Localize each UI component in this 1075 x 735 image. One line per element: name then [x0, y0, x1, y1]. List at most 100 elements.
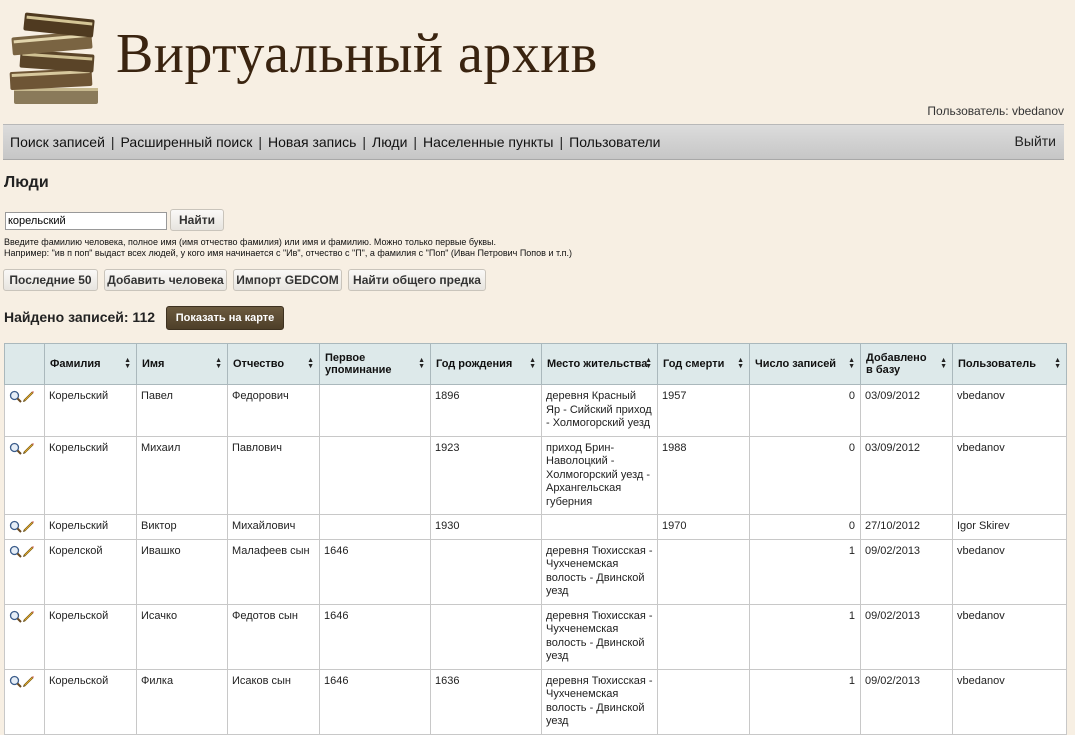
- cell-death-year: 1988: [657, 435, 750, 515]
- last-50-button[interactable]: Последние 50: [3, 269, 98, 291]
- sort-arrows-icon[interactable]: ▲ ▼: [940, 357, 947, 370]
- pencil-icon[interactable]: [22, 610, 35, 623]
- sort-arrows-icon[interactable]: ▲ ▼: [215, 357, 222, 370]
- logout-link[interactable]: Выйти: [1015, 133, 1056, 149]
- cell-added-date: 03/09/2012: [860, 435, 953, 515]
- results-table: Фамилия ▲ ▼ Имя ▲ ▼ Отчество ▲ ▼ Первое упомин…: [4, 343, 1067, 735]
- row-actions: [4, 538, 45, 605]
- cell-name: Исачко: [136, 603, 228, 670]
- cell-first-mention: 1646: [319, 538, 431, 605]
- sort-arrows-icon[interactable]: ▲ ▼: [529, 357, 536, 370]
- header-patronymic[interactable]: Отчество ▲ ▼: [227, 343, 320, 385]
- nav-users[interactable]: Пользователи: [569, 134, 660, 150]
- pencil-icon[interactable]: [22, 442, 35, 455]
- sort-arrows-icon[interactable]: ▲ ▼: [124, 357, 131, 370]
- pencil-icon[interactable]: [22, 675, 35, 688]
- header-label: Место жительства: [547, 358, 648, 370]
- header-first-mention[interactable]: Первое упоминание ▲ ▼: [319, 343, 431, 385]
- search-example: Например: "ив п поп" выдаст всех людей, …: [4, 248, 572, 258]
- nav-separator: |: [110, 134, 115, 150]
- cell-added-date: 09/02/2013: [860, 668, 953, 735]
- header-death-year[interactable]: Год смерти ▲ ▼: [657, 343, 750, 385]
- header-residence[interactable]: Место жительства ▲ ▼: [541, 343, 658, 385]
- row-actions: [4, 514, 45, 540]
- nav-new-record[interactable]: Новая запись: [268, 134, 356, 150]
- cell-surname: Корельской: [44, 668, 137, 735]
- header-user[interactable]: Пользователь ▲ ▼: [952, 343, 1067, 385]
- pencil-icon[interactable]: [22, 520, 35, 533]
- search-hint: Введите фамилию человека, полное имя (им…: [4, 237, 497, 247]
- header-label: Имя: [142, 358, 165, 370]
- table-row: Корелской Ивашко Малафеев сын 1646 деревня Т…: [4, 538, 1067, 605]
- pencil-icon[interactable]: [22, 390, 35, 403]
- cell-user: vbedanov: [952, 603, 1067, 670]
- cell-record-count: 1: [749, 603, 861, 670]
- magnifier-icon[interactable]: [9, 545, 22, 558]
- nav-separator: |: [258, 134, 263, 150]
- cell-added-date: 09/02/2013: [860, 538, 953, 605]
- cell-record-count: 0: [749, 514, 861, 540]
- cell-patronymic: Михайлович: [227, 514, 320, 540]
- sort-arrows-icon[interactable]: ▲ ▼: [1054, 357, 1061, 370]
- cell-first-mention: [319, 435, 431, 515]
- cell-name: Михаил: [136, 435, 228, 515]
- cell-added-date: 09/02/2013: [860, 603, 953, 670]
- cell-residence: деревня Тюхисская - Чухченемская волость…: [541, 668, 658, 735]
- header-actions: [4, 343, 45, 385]
- cell-patronymic: Павлович: [227, 435, 320, 515]
- header-label: Число записей: [755, 358, 837, 370]
- table-row: Корельской Филка Исаков сын 1646 1636 деревня…: [4, 668, 1067, 735]
- header-label: Первое упоминание: [325, 352, 392, 376]
- header-record-count[interactable]: Число записей ▲ ▼: [749, 343, 861, 385]
- row-actions: [4, 435, 45, 515]
- magnifier-icon[interactable]: [9, 390, 22, 403]
- cell-birth-year: 1896: [430, 384, 542, 437]
- row-actions: [4, 384, 45, 437]
- header-birth-year[interactable]: Год рождения ▲ ▼: [430, 343, 542, 385]
- cell-user: vbedanov: [952, 435, 1067, 515]
- sort-arrows-icon[interactable]: ▲ ▼: [307, 357, 314, 370]
- site-title: Виртуальный архив: [116, 23, 598, 85]
- cell-added-date: 03/09/2012: [860, 384, 953, 437]
- cell-added-date: 27/10/2012: [860, 514, 953, 540]
- cell-patronymic: Федотов сын: [227, 603, 320, 670]
- cell-first-mention: 1646: [319, 668, 431, 735]
- sort-arrows-icon[interactable]: ▲ ▼: [645, 357, 652, 370]
- nav-settlements[interactable]: Населенные пункты: [423, 134, 553, 150]
- header-label: Пользователь: [958, 358, 1037, 370]
- header-label: Отчество: [233, 358, 285, 370]
- header-added-date[interactable]: Добавлено в базу ▲ ▼: [860, 343, 953, 385]
- nav-advanced-search[interactable]: Расширенный поиск: [121, 134, 253, 150]
- cell-residence: [541, 514, 658, 540]
- sort-arrows-icon[interactable]: ▲ ▼: [737, 357, 744, 370]
- find-button[interactable]: Найти: [170, 209, 224, 231]
- add-person-button[interactable]: Добавить человека: [104, 269, 227, 291]
- cell-name: Павел: [136, 384, 228, 437]
- sort-arrows-icon[interactable]: ▲ ▼: [418, 357, 425, 370]
- find-common-ancestor-button[interactable]: Найти общего предка: [348, 269, 486, 291]
- pencil-icon[interactable]: [22, 545, 35, 558]
- search-input[interactable]: [5, 212, 167, 230]
- show-on-map-button[interactable]: Показать на карте: [166, 306, 284, 330]
- cell-user: vbedanov: [952, 668, 1067, 735]
- table-row: Корельский Виктор Михайлович 1930 1970 0 27/10…: [4, 514, 1067, 540]
- magnifier-icon[interactable]: [9, 675, 22, 688]
- nav-separator: |: [362, 134, 367, 150]
- cell-patronymic: Федорович: [227, 384, 320, 437]
- nav-search-records[interactable]: Поиск записей: [10, 134, 105, 150]
- magnifier-icon[interactable]: [9, 442, 22, 455]
- import-gedcom-button[interactable]: Импорт GEDCOM: [233, 269, 342, 291]
- nav-people[interactable]: Люди: [372, 134, 407, 150]
- sort-arrows-icon[interactable]: ▲ ▼: [848, 357, 855, 370]
- cell-user: vbedanov: [952, 538, 1067, 605]
- magnifier-icon[interactable]: [9, 610, 22, 623]
- header-surname[interactable]: Фамилия ▲ ▼: [44, 343, 137, 385]
- row-actions: [4, 668, 45, 735]
- cell-first-mention: 1646: [319, 603, 431, 670]
- header-label: Год рождения: [436, 358, 513, 370]
- header-name[interactable]: Имя ▲ ▼: [136, 343, 228, 385]
- cell-patronymic: Исаков сын: [227, 668, 320, 735]
- cell-first-mention: [319, 514, 431, 540]
- magnifier-icon[interactable]: [9, 520, 22, 533]
- cell-birth-year: 1636: [430, 668, 542, 735]
